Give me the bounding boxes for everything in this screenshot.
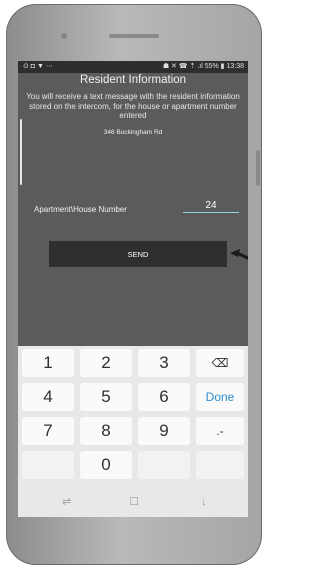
period-dash-key[interactable]: .- [196, 417, 244, 445]
key-6[interactable]: 6 [138, 383, 190, 411]
blank-key-middle [138, 451, 190, 479]
key-7[interactable]: 7 [22, 417, 74, 445]
key-0[interactable]: 0 [80, 451, 132, 479]
back-icon[interactable]: ↓ [201, 488, 207, 517]
key-8[interactable]: 8 [80, 417, 132, 445]
power-button [256, 150, 260, 186]
key-2[interactable]: 2 [80, 349, 132, 377]
front-camera [61, 33, 67, 39]
key-3[interactable]: 3 [138, 349, 190, 377]
earpiece-speaker [109, 34, 159, 38]
done-key[interactable]: Done [196, 383, 244, 411]
key-1[interactable]: 1 [22, 349, 74, 377]
navigation-bar: ⇌ ☐ ↓ [18, 488, 248, 517]
backspace-key[interactable]: ⌫ [196, 349, 244, 377]
blank-key-left [22, 451, 74, 479]
key-9[interactable]: 9 [138, 417, 190, 445]
numeric-keyboard: 1 2 3 ⌫ 4 5 6 Done 7 8 9 .- 0 [18, 346, 248, 488]
key-5[interactable]: 5 [80, 383, 132, 411]
pointer-arrow-icon [230, 249, 248, 260]
phone-screen: ⊙ ◘ ▼ ⋯ ☗ ✕ ☎ ⇡ .ıl 55% ▮ 13:38 Resident… [18, 61, 248, 517]
backspace-icon: ⌫ [211, 356, 229, 370]
key-4[interactable]: 4 [22, 383, 74, 411]
recent-apps-icon[interactable]: ⇌ [62, 488, 71, 517]
blank-key-right [196, 451, 244, 479]
home-icon[interactable]: ☐ [129, 488, 139, 517]
